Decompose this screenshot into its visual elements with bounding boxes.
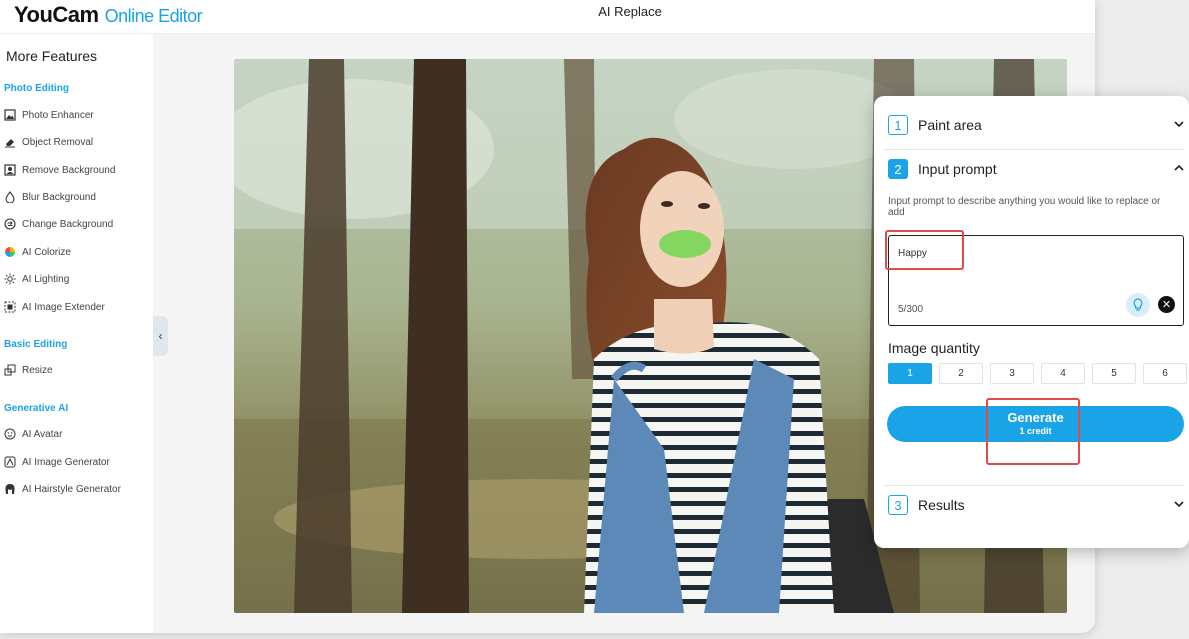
hairstyle-icon	[4, 483, 16, 495]
quantity-option-4[interactable]: 4	[1041, 363, 1085, 384]
sidebar-title: More Features	[6, 48, 98, 64]
sidebar-item-ai-avatar[interactable]: AI Avatar	[4, 425, 149, 443]
light-icon	[4, 273, 16, 285]
sidebar-item-label: AI Colorize	[22, 246, 71, 258]
sidebar-item-label: AI Image Generator	[22, 456, 110, 468]
highlight-generate	[986, 398, 1080, 465]
swap-icon	[4, 218, 16, 230]
step-input-prompt[interactable]: 2 Input prompt	[888, 158, 1184, 180]
sidebar-item-label: Resize	[22, 364, 53, 376]
avatar-icon	[4, 428, 16, 440]
divider	[884, 485, 1184, 486]
sidebar-item-label: Change Background	[22, 218, 114, 230]
paint-mask	[659, 230, 711, 258]
resize-icon	[4, 364, 16, 376]
sidebar-item-label: Blur Background	[22, 191, 96, 203]
eraser-icon	[4, 136, 16, 148]
chevron-left-icon: ‹	[158, 329, 163, 343]
step-number: 1	[888, 115, 908, 135]
ai-replace-panel: 1 Paint area 2 Input prompt Input prompt…	[874, 96, 1189, 548]
sidebar-item-label: AI Image Extender	[22, 301, 105, 313]
divider	[884, 149, 1184, 150]
image-generator-icon	[4, 456, 16, 468]
collapse-sidebar-button[interactable]: ‹	[153, 316, 168, 356]
sidebar-item-blur-background[interactable]: Blur Background	[4, 188, 149, 206]
brand-name: YouCam	[14, 2, 99, 27]
sidebar-item-resize[interactable]: Resize	[4, 361, 149, 379]
sidebar-item-label: Object Removal	[22, 136, 94, 148]
chevron-up-icon[interactable]	[1174, 163, 1184, 175]
highlight-prompt	[885, 230, 964, 270]
step-number: 2	[888, 159, 908, 179]
sidebar-item-ai-colorize[interactable]: AI Colorize	[4, 243, 149, 261]
top-bar: YouCam Online Editor AI Replace	[0, 0, 1095, 34]
sidebar-item-photo-enhancer[interactable]: Photo Enhancer	[4, 106, 149, 124]
quantity-options: 1 2 3 4 5 6	[888, 363, 1187, 384]
image-quantity-label: Image quantity	[888, 340, 980, 356]
chevron-down-icon[interactable]	[1174, 499, 1184, 511]
section-photo-editing: Photo Editing	[4, 83, 69, 94]
character-counter: 5/300	[898, 304, 924, 315]
sidebar-item-object-removal[interactable]: Object Removal	[4, 133, 149, 151]
sidebar-item-ai-image-generator[interactable]: AI Image Generator	[4, 453, 149, 471]
quantity-option-5[interactable]: 5	[1092, 363, 1136, 384]
section-generative-ai: Generative AI	[4, 403, 69, 414]
section-basic-editing: Basic Editing	[4, 339, 68, 350]
lightbulb-icon[interactable]	[1126, 293, 1150, 317]
image-icon	[4, 109, 16, 121]
step-results[interactable]: 3 Results	[888, 494, 1184, 516]
sidebar: More Features Photo Editing Photo Enhanc…	[0, 34, 153, 633]
portrait-icon	[4, 164, 16, 176]
drop-icon	[4, 191, 16, 203]
step-label: Results	[918, 497, 965, 513]
logo[interactable]: YouCam Online Editor	[14, 2, 203, 28]
sidebar-item-ai-image-extender[interactable]: AI Image Extender	[4, 298, 149, 316]
quantity-option-2[interactable]: 2	[939, 363, 983, 384]
quantity-option-6[interactable]: 6	[1143, 363, 1187, 384]
sidebar-item-label: AI Lighting	[22, 273, 70, 285]
expand-icon	[4, 301, 16, 313]
sidebar-item-remove-background[interactable]: Remove Background	[4, 161, 149, 179]
sidebar-item-ai-lighting[interactable]: AI Lighting	[4, 270, 149, 288]
sidebar-item-label: Photo Enhancer	[22, 109, 94, 121]
page-title: AI Replace	[598, 4, 662, 19]
sidebar-item-label: AI Avatar	[22, 428, 63, 440]
sidebar-item-ai-hairstyle-generator[interactable]: AI Hairstyle Generator	[4, 480, 149, 498]
sidebar-item-label: AI Hairstyle Generator	[22, 483, 121, 495]
quantity-option-3[interactable]: 3	[990, 363, 1034, 384]
clear-icon[interactable]: ✕	[1158, 296, 1175, 313]
color-wheel-icon	[4, 246, 16, 258]
chevron-down-icon[interactable]	[1174, 119, 1184, 131]
brand-subtitle: Online Editor	[104, 6, 203, 26]
step-label: Input prompt	[918, 161, 997, 177]
quantity-option-1[interactable]: 1	[888, 363, 932, 384]
step-label: Paint area	[918, 117, 982, 133]
sidebar-item-label: Remove Background	[22, 164, 116, 176]
prompt-description: Input prompt to describe anything you wo…	[888, 196, 1161, 218]
step-number: 3	[888, 495, 908, 515]
sidebar-item-change-background[interactable]: Change Background	[4, 215, 149, 233]
step-paint-area[interactable]: 1 Paint area	[888, 114, 1184, 136]
